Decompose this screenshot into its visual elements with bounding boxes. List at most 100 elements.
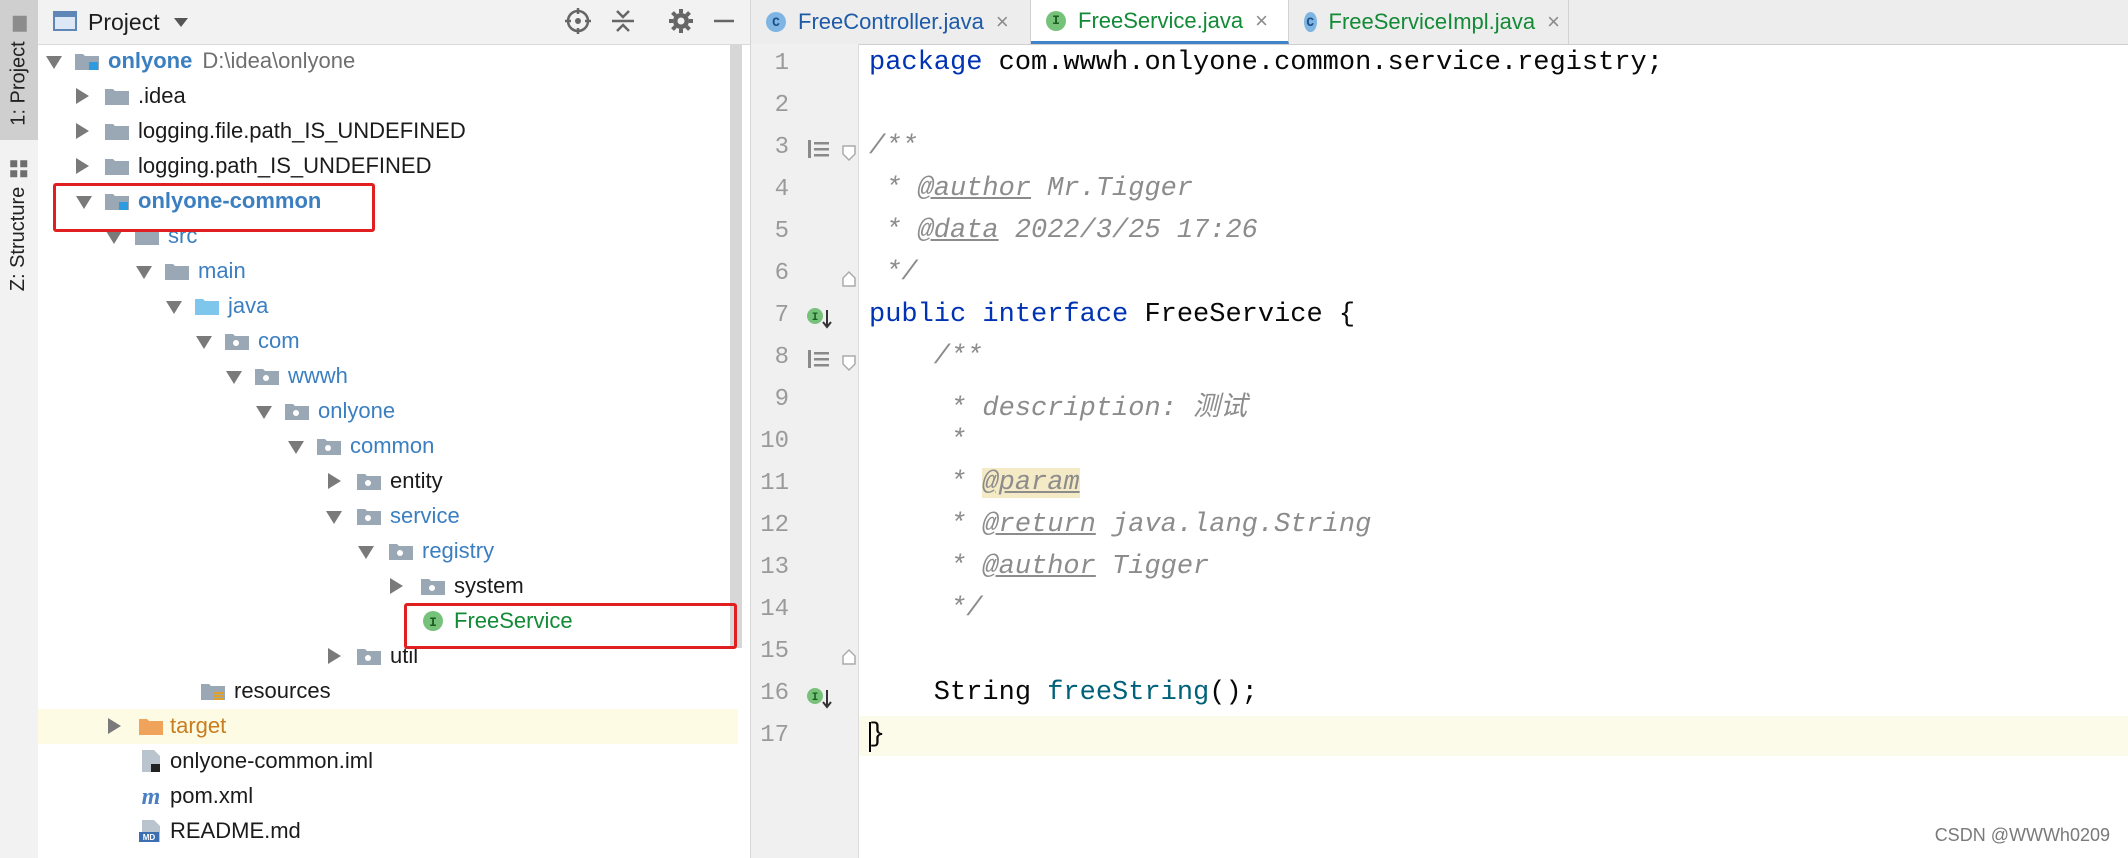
package-icon (285, 404, 309, 420)
code-line-13: * @author Tigger (869, 552, 1209, 592)
package-icon (225, 334, 249, 350)
code-line-11: * @param (869, 468, 1080, 508)
close-icon[interactable]: × (1547, 9, 1560, 35)
line-number: 14 (760, 596, 789, 623)
structure-icon (10, 159, 28, 177)
excluded-folder-icon (139, 719, 163, 735)
tree-item-pom[interactable]: m pom.xml (38, 779, 738, 814)
line-number: 7 (774, 302, 789, 329)
tree-label: target (170, 713, 227, 738)
tree-label: README.md (170, 818, 301, 843)
tool-tab-project-label: 1: Project (7, 40, 30, 126)
tree-item-resources[interactable]: resources (38, 674, 738, 709)
tab-freecontroller[interactable]: C FreeController.java × (751, 0, 1031, 44)
tree-label: onlyone-common.iml (170, 748, 373, 773)
folder-icon (105, 124, 129, 140)
class-icon: C (1304, 12, 1317, 32)
class-icon: C (766, 12, 786, 32)
comment: * (869, 426, 967, 456)
tree-item-registry[interactable]: registry (38, 534, 738, 569)
tree-item-com[interactable]: com (38, 324, 738, 359)
svg-text:I: I (812, 312, 819, 324)
svg-text:I: I (812, 692, 819, 704)
line-number: 17 (760, 722, 789, 749)
fold-icon[interactable] (841, 270, 857, 288)
tree-item-target[interactable]: target (38, 709, 738, 744)
close-icon[interactable]: × (1255, 8, 1268, 34)
expand-arrow-icon[interactable] (288, 441, 304, 454)
tree-label: service (390, 503, 460, 528)
code-line-14: */ (869, 594, 982, 634)
source-folder-icon (195, 299, 219, 315)
maven-icon: m (142, 784, 161, 808)
expand-arrow-icon[interactable] (76, 158, 89, 174)
tree-item-iml[interactable]: onlyone-common.iml (38, 744, 738, 779)
gear-icon[interactable] (668, 8, 694, 34)
implemented-by-icon[interactable]: I (805, 684, 833, 710)
tree-item-common[interactable]: common (38, 429, 738, 464)
fold-icon[interactable] (841, 648, 857, 666)
code-line-12: * @return java.lang.String (869, 510, 1371, 550)
javadoc-render-icon[interactable] (807, 348, 831, 370)
line-number: 8 (774, 344, 789, 371)
fold-icon[interactable] (841, 144, 857, 162)
code-text: FreeService { (1128, 300, 1356, 330)
code-area[interactable]: package com.wwwh.onlyone.common.service.… (859, 44, 2128, 858)
tab-freeservice[interactable]: I FreeService.java × (1031, 0, 1289, 44)
javadoc-render-icon[interactable] (807, 138, 831, 160)
project-view-selector[interactable]: Project (88, 9, 160, 36)
locate-target-icon[interactable] (565, 8, 591, 34)
expand-arrow-icon[interactable] (226, 371, 242, 384)
tree-item-wwwh[interactable]: wwwh (38, 359, 738, 394)
tab-freeserviceimpl[interactable]: C FreeServiceImpl.java × (1289, 0, 1569, 44)
tree-item-entity[interactable]: entity (38, 464, 738, 499)
close-icon[interactable]: × (996, 9, 1009, 35)
collapse-all-icon[interactable] (610, 8, 636, 34)
expand-arrow-icon[interactable] (136, 266, 152, 279)
structure-tool-tab[interactable]: Z: Structure (0, 150, 38, 300)
expand-arrow-icon[interactable] (358, 546, 374, 559)
tree-item-onlyone-pkg[interactable]: onlyone (38, 394, 738, 429)
tree-item-main[interactable]: main (38, 254, 738, 289)
project-window-icon (53, 11, 77, 31)
tree-label: common (350, 433, 435, 458)
expand-arrow-icon[interactable] (76, 123, 89, 139)
expand-arrow-icon[interactable] (46, 56, 62, 69)
expand-arrow-icon[interactable] (166, 301, 182, 314)
comment: 2022/3/25 17:26 (998, 216, 1258, 246)
tree-item-logging-file-path[interactable]: logging.file.path_IS_UNDEFINED (38, 114, 738, 149)
tab-label: FreeService.java (1078, 7, 1244, 33)
package-icon (255, 369, 279, 385)
tree-label: logging.path_IS_UNDEFINED (138, 153, 432, 178)
tree-item-logging-path[interactable]: logging.path_IS_UNDEFINED (38, 149, 738, 184)
fold-icon[interactable] (841, 354, 857, 372)
expand-arrow-icon[interactable] (256, 406, 272, 419)
highlight-box-file (404, 603, 737, 649)
expand-arrow-icon[interactable] (196, 336, 212, 349)
tree-item-java[interactable]: java (38, 289, 738, 324)
expand-arrow-icon[interactable] (328, 473, 341, 489)
chevron-down-icon[interactable] (174, 18, 188, 27)
tree-item-service[interactable]: service (38, 499, 738, 534)
expand-arrow-icon[interactable] (326, 511, 342, 524)
tree-label: onlyone (108, 48, 193, 73)
expand-arrow-icon[interactable] (76, 88, 89, 104)
expand-arrow-icon[interactable] (108, 718, 121, 734)
tree-label: resources (234, 678, 331, 703)
expand-arrow-icon[interactable] (390, 578, 403, 594)
code-text: String (869, 678, 1048, 708)
method-name: freeString (1047, 678, 1210, 708)
tree-item-onlyone[interactable]: onlyone D:\idea\onlyone (38, 44, 738, 79)
tree-label: main (198, 258, 246, 283)
code-line-1: package com.wwwh.onlyone.common.service.… (869, 48, 1663, 88)
folder-icon (105, 89, 129, 105)
implemented-by-icon[interactable]: I (805, 304, 833, 330)
tree-item-idea[interactable]: .idea (38, 79, 738, 114)
tree-item-readme[interactable]: MD README.md (38, 814, 738, 849)
tree-item-system[interactable]: system (38, 569, 738, 604)
expand-arrow-icon[interactable] (328, 648, 341, 664)
tree-scrollbar[interactable] (730, 44, 742, 648)
project-tool-tab[interactable]: 1: Project (0, 0, 38, 140)
minimize-icon[interactable] (712, 8, 736, 34)
expand-arrow-icon[interactable] (106, 231, 122, 244)
